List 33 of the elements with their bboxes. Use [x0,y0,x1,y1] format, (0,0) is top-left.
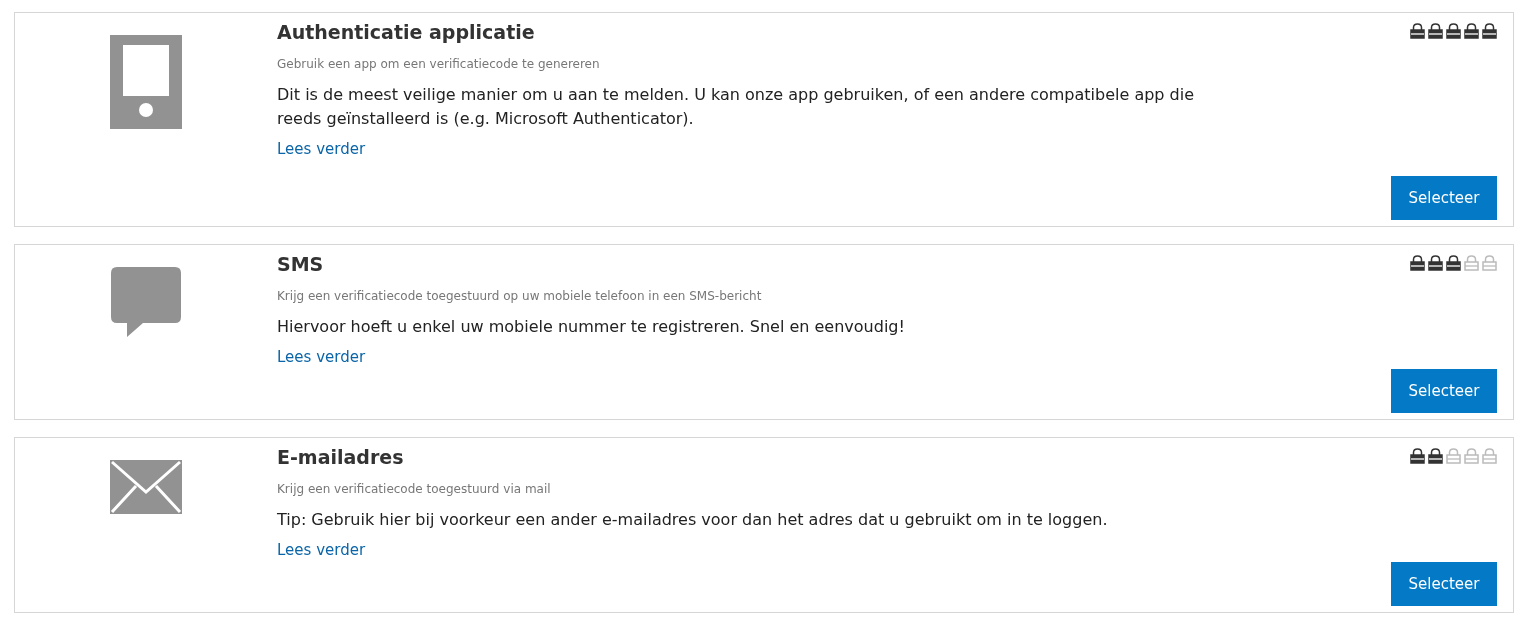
method-description: Tip: Gebruik hier bij voorkeur een ander e-mailadres voor dan het adres dat u gebruikt om in te loggen. [277,509,1109,531]
read-more-link[interactable]: Lees verder [277,348,366,366]
lock-icon [1446,448,1461,464]
lock-icon [1428,448,1443,464]
select-button[interactable]: Selecteer [1391,369,1497,413]
method-subtitle: Gebruik een app om een verificatiecode te genereren [277,57,601,71]
lock-icon [1482,255,1497,271]
method-description: Dit is de meest veilige manier om u aan te melden. U kan onze app gebruiken, of een andere compatibele app die reeds geïnstalleerd is (e.g. Microsoft Authenticator). [277,84,1196,130]
lock-icon [1428,255,1443,271]
lock-icon [1464,448,1479,464]
method-title: E-mailadres [277,446,405,468]
envelope-icon [110,460,182,514]
lock-icon [1446,255,1461,271]
chat-bubble-icon [111,267,181,337]
lock-icon [1410,23,1425,39]
method-title: SMS [277,253,325,275]
method-title: Authenticatie applicatie [277,21,536,43]
method-subtitle: Krijg een verificatiecode toegestuurd op uw mobiele telefoon in een SMS-bericht [277,289,763,303]
lock-icon [1446,23,1461,39]
select-button[interactable]: Selecteer [1391,176,1497,220]
read-more-link[interactable]: Lees verder [277,541,366,559]
lock-icon [1482,448,1497,464]
select-button[interactable]: Selecteer [1391,562,1497,606]
phone-icon [110,35,182,129]
read-more-link[interactable]: Lees verder [277,140,366,158]
method-description: Hiervoor hoeft u enkel uw mobiele nummer te registreren. Snel en eenvoudig! [277,316,906,338]
lock-icon [1482,23,1497,39]
lock-icon [1428,23,1443,39]
lock-icon [1410,448,1425,464]
lock-icon [1410,255,1425,271]
method-subtitle: Krijg een verificatiecode toegestuurd via mail [277,482,552,496]
lock-icon [1464,23,1479,39]
lock-icon [1464,255,1479,271]
